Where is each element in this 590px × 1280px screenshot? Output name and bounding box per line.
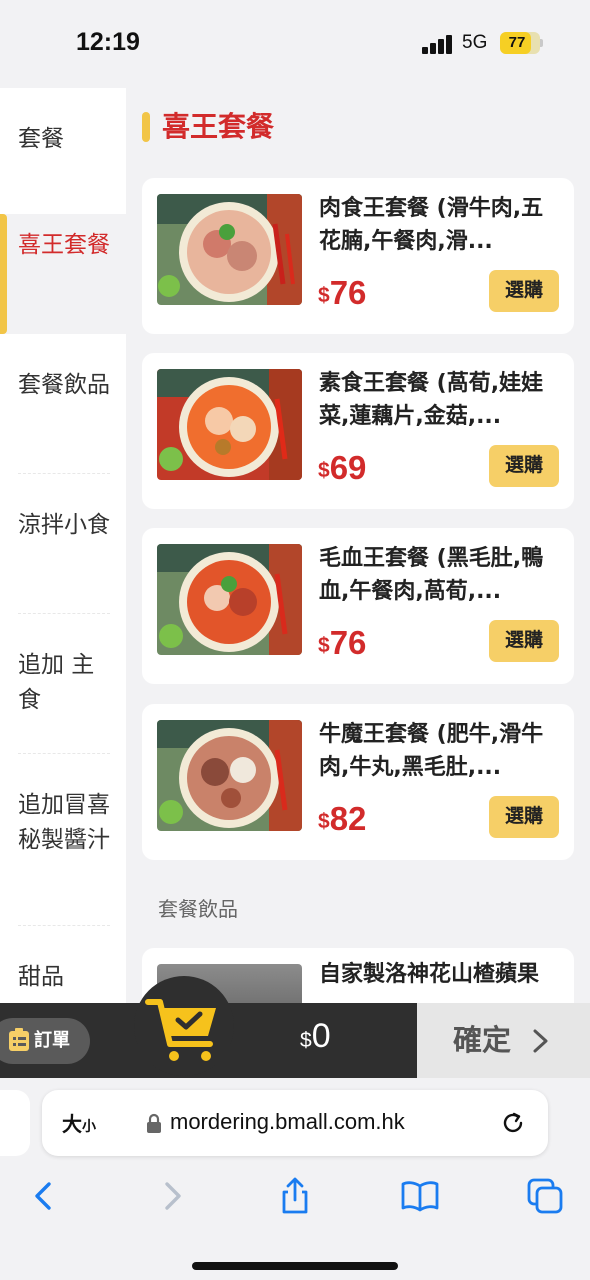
select-button[interactable]: 選購 (489, 445, 559, 487)
tabs-icon[interactable] (525, 1176, 565, 1216)
product-card[interactable]: 毛血王套餐 (黑毛肚,鴨血,午餐肉,萵荀,... $76 選購 (142, 528, 574, 684)
product-name: 自家製洛神花山楂蘋果 (319, 962, 540, 987)
active-indicator (0, 214, 7, 334)
section-title: 喜王套餐 (162, 110, 275, 143)
product-image (157, 720, 302, 831)
cart-button[interactable] (134, 976, 234, 1076)
product-name: 毛血王套餐 (黑毛肚,鴨血,午餐肉,萵荀,... (319, 546, 544, 604)
cart-bar: 訂單 $0 確定 (0, 976, 590, 1078)
product-price: $76 (318, 624, 367, 661)
sidebar-item-set-drinks[interactable]: 套餐飲品 (0, 350, 126, 474)
home-indicator (192, 1262, 398, 1270)
chevron-left-icon[interactable] (24, 1176, 64, 1216)
sidebar-item-label: 涼拌小食 (18, 512, 110, 538)
lock-icon (147, 1113, 161, 1133)
select-button[interactable]: 選購 (489, 270, 559, 312)
sidebar-item-extra-staple[interactable]: 追加 主食 (0, 630, 126, 754)
product-card[interactable]: 牛魔王套餐 (肥牛,滑牛肉,牛丸,黑毛肚,... $82 選購 (142, 704, 574, 860)
chevron-right-icon[interactable] (152, 1176, 192, 1216)
battery-level: 77 (508, 34, 526, 51)
status-bar: 12:19 5G 77 (0, 0, 590, 88)
product-list: 喜王套餐 肉食王套餐 (滑牛肉,五花腩,午餐肉,滑... $76 選購 素食王套… (126, 88, 590, 1003)
product-name: 肉食王套餐 (滑牛肉,五花腩,午餐肉,滑... (319, 196, 544, 254)
select-button[interactable]: 選購 (489, 620, 559, 662)
url-text: mordering.bmall.com.hk (170, 1109, 405, 1134)
product-name: 牛魔王套餐 (肥牛,滑牛肉,牛丸,黑毛肚,... (319, 722, 544, 780)
signal-icon (422, 34, 454, 54)
order-label: 訂單 (34, 1030, 70, 1051)
product-price: $76 (318, 274, 367, 311)
sidebar-item-label: 套餐 (18, 126, 64, 152)
section-title-drinks: 套餐飲品 (158, 897, 238, 921)
product-price: $82 (318, 800, 367, 837)
battery-tip (540, 39, 543, 47)
share-icon[interactable] (275, 1176, 315, 1216)
product-image (157, 544, 302, 655)
battery-icon: 77 (500, 32, 540, 54)
sidebar-item-label: 追加冒喜秘製醬汁 (18, 792, 110, 853)
order-button[interactable]: 訂單 (0, 1018, 90, 1064)
section-marker (142, 112, 150, 142)
sidebar-item-label: 套餐飲品 (18, 372, 110, 398)
sidebar-item-cold-dishes[interactable]: 涼拌小食 (0, 490, 126, 614)
confirm-button[interactable]: 確定 (417, 1003, 590, 1078)
network-label: 5G (462, 32, 488, 53)
sidebar-item-set-meal[interactable]: 套餐 (0, 122, 126, 194)
chevron-right-icon (533, 1029, 548, 1053)
previous-tab-peek[interactable] (0, 1090, 30, 1156)
sidebar-item-label: 甜品 (18, 964, 64, 990)
select-button[interactable]: 選購 (489, 796, 559, 838)
product-image (157, 194, 302, 305)
confirm-label: 確定 (453, 1023, 512, 1057)
product-image (157, 369, 302, 480)
browser-toolbar: 大小 mordering.bmall.com.hk (0, 1078, 590, 1280)
status-time: 12:19 (76, 28, 140, 56)
product-card[interactable]: 肉食王套餐 (滑牛肉,五花腩,午餐肉,滑... $76 選購 (142, 178, 574, 334)
reload-icon[interactable] (500, 1110, 526, 1136)
text-size-button[interactable]: 大小 (62, 1108, 96, 1137)
product-name: 素食王套餐 (萵荀,娃娃菜,蓮藕片,金菇,... (319, 371, 544, 429)
product-card[interactable]: 素食王套餐 (萵荀,娃娃菜,蓮藕片,金菇,... $69 選購 (142, 353, 574, 509)
address-bar[interactable]: 大小 mordering.bmall.com.hk (42, 1090, 548, 1156)
product-price: $69 (318, 449, 367, 486)
sidebar-item-extra-sauce[interactable]: 追加冒喜秘製醬汁 (0, 770, 126, 926)
sidebar-item-hei-wong-set[interactable]: 喜王套餐 (0, 214, 126, 334)
clipboard-list-icon (9, 1028, 29, 1051)
sidebar-item-dessert[interactable]: 甜品 (0, 944, 126, 1003)
shopping-cart-check-icon (145, 999, 216, 1061)
book-icon[interactable] (400, 1176, 440, 1216)
category-sidebar: 套餐 喜王套餐 套餐飲品 涼拌小食 追加 主食 追加冒喜秘製醬汁 甜品 (0, 88, 126, 1003)
sidebar-item-label: 追加 主食 (18, 652, 95, 713)
sidebar-item-label: 喜王套餐 (18, 232, 110, 258)
cart-total: $0 (300, 1017, 331, 1055)
